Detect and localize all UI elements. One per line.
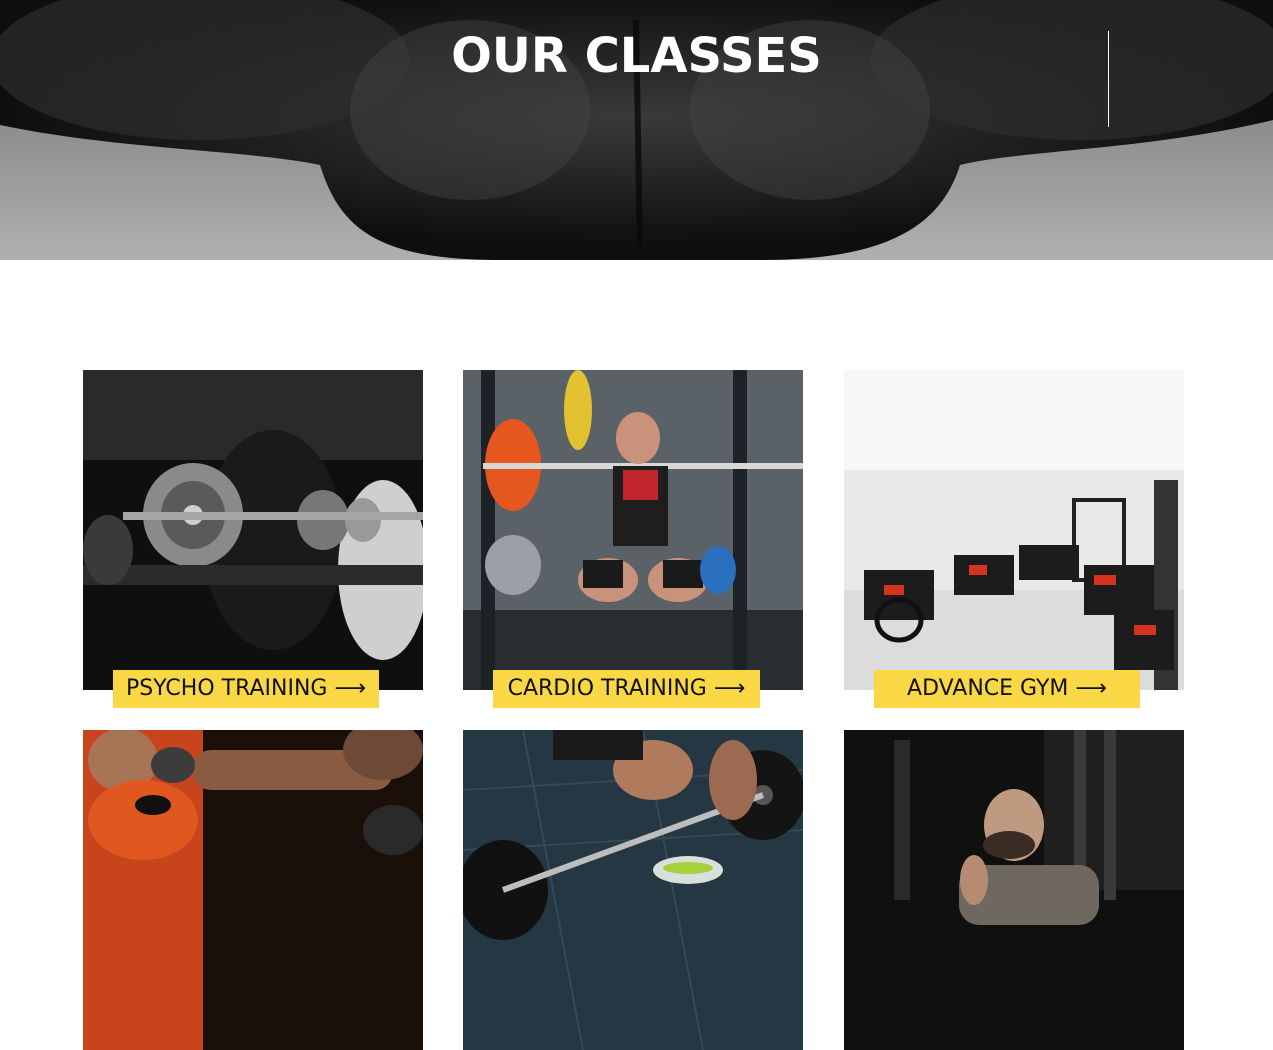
advance-gym-button[interactable]: ADVANCE GYM ⟶ <box>874 670 1140 708</box>
cardio-training-button[interactable]: CARDIO TRAINING ⟶ <box>493 670 760 708</box>
arrow-right-icon: ⟶ <box>334 676 367 701</box>
boxing-sparring-photo <box>83 730 423 1050</box>
barbell-squat-black-white-photo <box>83 370 423 690</box>
arrow-right-icon: ⟶ <box>713 676 746 701</box>
bald-man-gym-photo <box>844 730 1184 1050</box>
arrow-right-icon: ⟶ <box>1075 676 1107 701</box>
gym-floor-equipment-photo <box>844 370 1184 690</box>
class-card-advance-gym[interactable] <box>844 370 1184 690</box>
deadlift-barbell-photo <box>463 730 803 1050</box>
hero-divider-line <box>1108 31 1109 127</box>
page-title: OUR CLASSES <box>451 28 822 84</box>
class-card-cardio-training[interactable] <box>463 370 803 690</box>
class-card-strength[interactable] <box>844 730 1184 1050</box>
class-card-psycho-training[interactable] <box>83 370 423 690</box>
powerlifter-squat-rack-photo <box>463 370 803 690</box>
class-label: ADVANCE GYM <box>907 676 1069 701</box>
class-label: PSYCHO TRAINING <box>125 676 328 701</box>
hero-banner: OUR CLASSES <box>0 0 1273 260</box>
class-card-deadlift[interactable] <box>463 730 803 1050</box>
class-label: CARDIO TRAINING <box>507 676 707 701</box>
class-card-boxing[interactable] <box>83 730 423 1050</box>
psycho-training-button[interactable]: PSYCHO TRAINING ⟶ <box>113 670 379 708</box>
